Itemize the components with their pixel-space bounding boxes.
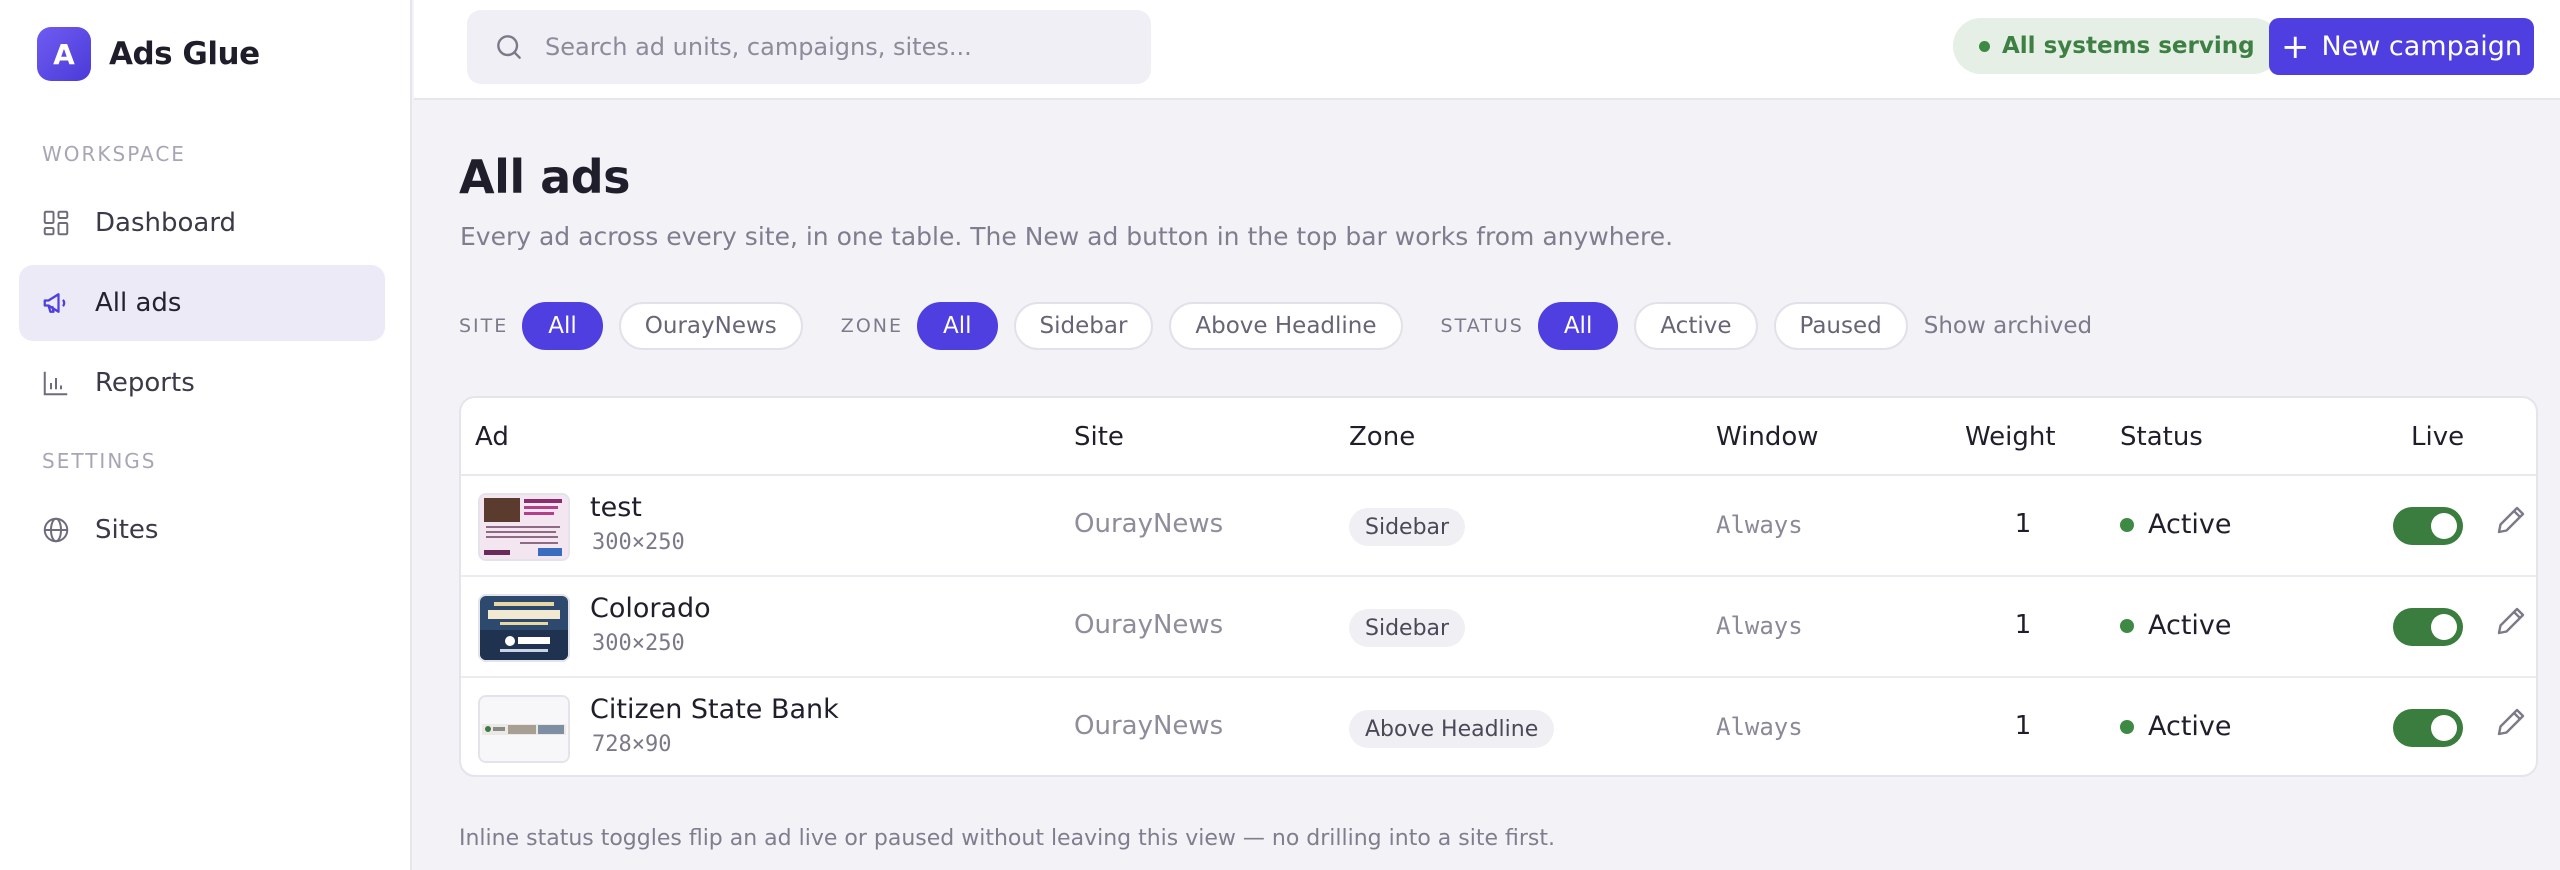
sidebar-item-dashboard[interactable]: Dashboard <box>19 185 385 261</box>
col-ad: Ad <box>475 422 509 452</box>
ad-size: 300×250 <box>592 530 685 555</box>
megaphone-icon <box>43 293 66 313</box>
col-live: Live <box>2411 422 2465 452</box>
col-window: Window <box>1716 422 1819 452</box>
sidebar-item-all-ads[interactable]: All ads <box>19 265 385 341</box>
live-toggle[interactable] <box>2393 608 2463 646</box>
zone-badge: Sidebar <box>1349 609 1466 647</box>
zone-filter-label: ZONE <box>840 315 903 337</box>
zone-filter-all[interactable]: All <box>917 302 998 350</box>
system-status-badge: All systems serving <box>1953 18 2281 74</box>
site-filter-ouraynews[interactable]: OurayNews <box>618 302 803 350</box>
plus-icon: + <box>2280 26 2310 67</box>
filter-bar: SITE All OurayNews ZONE All Sidebar Abov… <box>459 302 2092 350</box>
zone-filter-sidebar[interactable]: Sidebar <box>1013 302 1154 350</box>
status-filter-active[interactable]: Active <box>1634 302 1758 350</box>
ad-name: test <box>590 492 642 523</box>
pencil-icon[interactable] <box>2493 603 2529 639</box>
table-row[interactable]: Colorado 300×250 OurayNews Sidebar Alway… <box>461 577 2536 678</box>
status-dot-icon <box>1979 40 1990 52</box>
show-archived-toggle[interactable]: Show archived <box>1924 313 2092 339</box>
dashboard-icon <box>43 210 69 236</box>
brand-logo: A <box>37 27 91 81</box>
status-label: Active <box>2148 711 2232 742</box>
status-filter-all[interactable]: All <box>1537 302 1619 350</box>
zone-filter-above-headline[interactable]: Above Headline <box>1169 302 1403 350</box>
col-status: Status <box>2120 422 2203 452</box>
settings-section-label: SETTINGS <box>42 449 157 473</box>
status-label: Active <box>2148 509 2232 540</box>
zone-badge: Above Headline <box>1349 710 1555 748</box>
brand-name: Ads Glue <box>109 36 260 72</box>
search-box[interactable] <box>467 10 1151 84</box>
sidebar-item-label: All ads <box>95 288 182 318</box>
sidebar-item-label: Reports <box>95 368 195 398</box>
pencil-icon[interactable] <box>2493 502 2529 538</box>
new-campaign-label: New campaign <box>2321 31 2523 62</box>
globe-icon <box>43 517 69 543</box>
search-icon <box>497 35 521 59</box>
col-weight: Weight <box>1965 422 2056 452</box>
ad-size: 300×250 <box>592 631 685 656</box>
new-campaign-button[interactable]: + New campaign <box>2269 18 2534 75</box>
workspace-section-label: WORKSPACE <box>42 142 186 166</box>
status-dot-icon <box>2120 517 2134 532</box>
bar-chart-icon <box>43 371 68 396</box>
ad-weight: 1 <box>2014 711 2032 741</box>
live-toggle[interactable] <box>2393 507 2463 545</box>
status-dot-icon <box>2120 618 2134 633</box>
ad-window: Always <box>1716 713 1803 741</box>
sidebar-item-label: Dashboard <box>95 208 237 238</box>
system-status-text: All systems serving <box>2002 33 2255 59</box>
ad-weight: 1 <box>2014 509 2032 539</box>
pencil-icon[interactable] <box>2493 704 2529 740</box>
footnote: Inline status toggles flip an ad live or… <box>459 826 1555 851</box>
status-label: Active <box>2148 610 2232 641</box>
sidebar-item-sites[interactable]: Sites <box>19 492 385 568</box>
sidebar: A Ads Glue WORKSPACE Dashboard All ads R… <box>0 0 412 870</box>
page-subtitle: Every ad across every site, in one table… <box>460 222 1674 251</box>
ad-name: Colorado <box>590 593 711 624</box>
ad-size: 728×90 <box>592 732 672 757</box>
site-filter-label: SITE <box>459 315 509 337</box>
ads-table: Ad Site Zone Window Weight Status Live t… <box>459 396 2538 777</box>
live-toggle[interactable] <box>2393 709 2463 747</box>
ad-thumbnail <box>478 695 570 763</box>
ad-site: OurayNews <box>1074 711 1224 741</box>
table-row[interactable]: Citizen State Bank 728×90 OurayNews Abov… <box>461 678 2536 775</box>
table-row[interactable]: test 300×250 OurayNews Sidebar Always 1 … <box>461 476 2536 577</box>
col-zone: Zone <box>1349 422 1416 452</box>
ad-site: OurayNews <box>1074 610 1224 640</box>
ad-thumbnail <box>478 493 570 561</box>
sidebar-item-reports[interactable]: Reports <box>19 345 385 421</box>
search-input[interactable] <box>545 33 1125 61</box>
ad-window: Always <box>1716 612 1803 640</box>
col-site: Site <box>1074 422 1124 452</box>
brand[interactable]: A Ads Glue <box>37 27 260 81</box>
ad-site: OurayNews <box>1074 509 1224 539</box>
site-filter-all[interactable]: All <box>522 302 603 350</box>
page-title: All ads <box>459 150 631 204</box>
status-indicator: Active <box>2120 610 2232 641</box>
table-header: Ad Site Zone Window Weight Status Live <box>461 398 2536 476</box>
ad-window: Always <box>1716 511 1803 539</box>
status-indicator: Active <box>2120 711 2232 742</box>
top-bar: All systems serving + New campaign <box>414 0 2560 100</box>
status-filter-paused[interactable]: Paused <box>1773 302 1908 350</box>
ad-thumbnail <box>478 594 570 662</box>
status-dot-icon <box>2120 719 2134 734</box>
status-filter-label: STATUS <box>1440 315 1524 337</box>
ad-weight: 1 <box>2014 610 2032 640</box>
ad-name: Citizen State Bank <box>590 694 839 725</box>
zone-badge: Sidebar <box>1349 508 1466 546</box>
status-indicator: Active <box>2120 509 2232 540</box>
sidebar-item-label: Sites <box>95 515 159 545</box>
